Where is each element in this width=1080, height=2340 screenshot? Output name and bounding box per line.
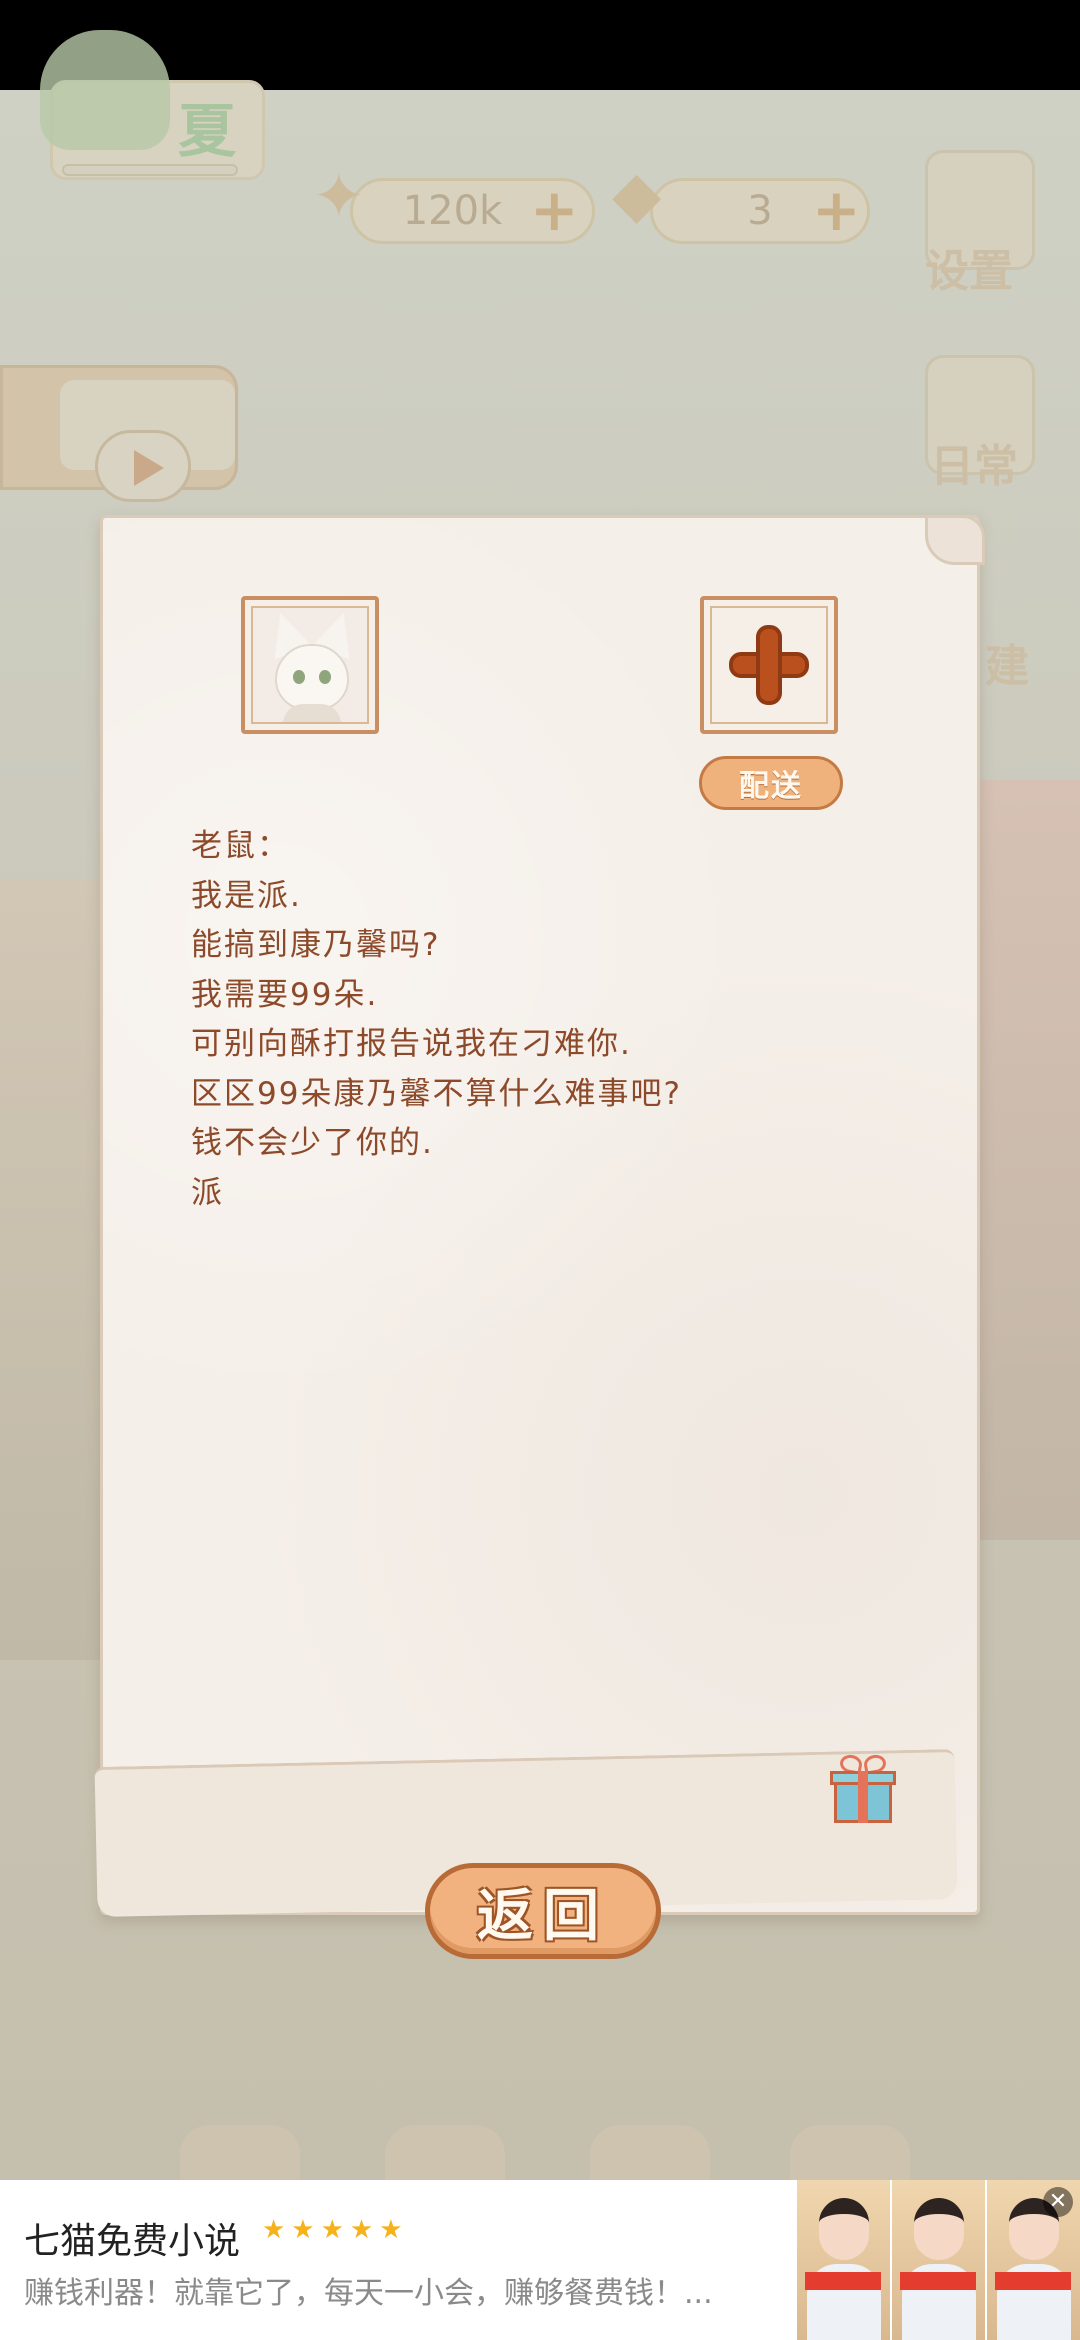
bottom-nav-icon xyxy=(385,2125,505,2185)
season-progress-bar xyxy=(62,164,238,176)
plus-icon xyxy=(710,606,828,724)
build-label: 建 xyxy=(985,641,1029,692)
ad-description[interactable]: 赚钱利器！就靠它了，每天一小会，赚够餐费钱！... xyxy=(24,2268,784,2312)
letter-signature: 派 xyxy=(191,1174,224,1211)
letter-line: 我需要99朵. xyxy=(191,976,379,1013)
settings-label: 设置 xyxy=(925,246,1013,297)
fish-plus-button[interactable]: + xyxy=(530,176,579,244)
ad-rating-stars: ★★★★★ xyxy=(262,2215,409,2245)
cheese-icon: ◆ xyxy=(612,158,662,232)
ad-thumb xyxy=(795,2180,890,2340)
play-icon[interactable] xyxy=(95,430,191,502)
bottom-nav-icon xyxy=(790,2125,910,2185)
letter-body: 老鼠： 我是派. 能搞到康乃馨吗? 我需要99朵. 可别向酥打报告说我在刁难你.… xyxy=(191,822,891,1218)
letter-line: 区区99朵康乃馨不算什么难事吧? xyxy=(191,1075,682,1112)
background-building-left xyxy=(0,880,110,1660)
fish-amount: 120k xyxy=(402,188,503,234)
ad-title[interactable]: 七猫免费小说 xyxy=(24,2212,240,2264)
cheese-plus-button[interactable]: + xyxy=(812,176,861,244)
ad-close-icon[interactable]: ✕ xyxy=(1043,2187,1073,2217)
ad-image[interactable] xyxy=(795,2180,1080,2340)
deliver-button[interactable]: 配送 xyxy=(699,756,843,810)
sender-avatar xyxy=(241,596,379,734)
letter-line: 可别向酥打报告说我在刁难你. xyxy=(191,1026,632,1062)
ad-thumb xyxy=(890,2180,985,2340)
letter-line: 我是派. xyxy=(191,877,302,914)
tree-icon xyxy=(40,30,170,150)
letter-line: 能搞到康乃馨吗? xyxy=(191,927,441,963)
cheese-amount: 3 xyxy=(747,188,773,234)
daily-label: 日常 xyxy=(930,441,1018,492)
cat-portrait xyxy=(251,606,369,724)
gift-icon[interactable] xyxy=(828,1753,898,1827)
letter-line: 钱不会少了你的. xyxy=(191,1125,434,1161)
bottom-nav-icon xyxy=(180,2125,300,2185)
letter-greeting: 老鼠： xyxy=(191,828,290,864)
bottom-nav-icon xyxy=(590,2125,710,2185)
background-building-right xyxy=(975,780,1080,1540)
add-item-slot[interactable] xyxy=(700,596,838,734)
fish-icon: ✦ xyxy=(312,160,366,234)
season-label: 夏 xyxy=(178,97,237,165)
return-button[interactable]: 返回 xyxy=(425,1863,661,1959)
